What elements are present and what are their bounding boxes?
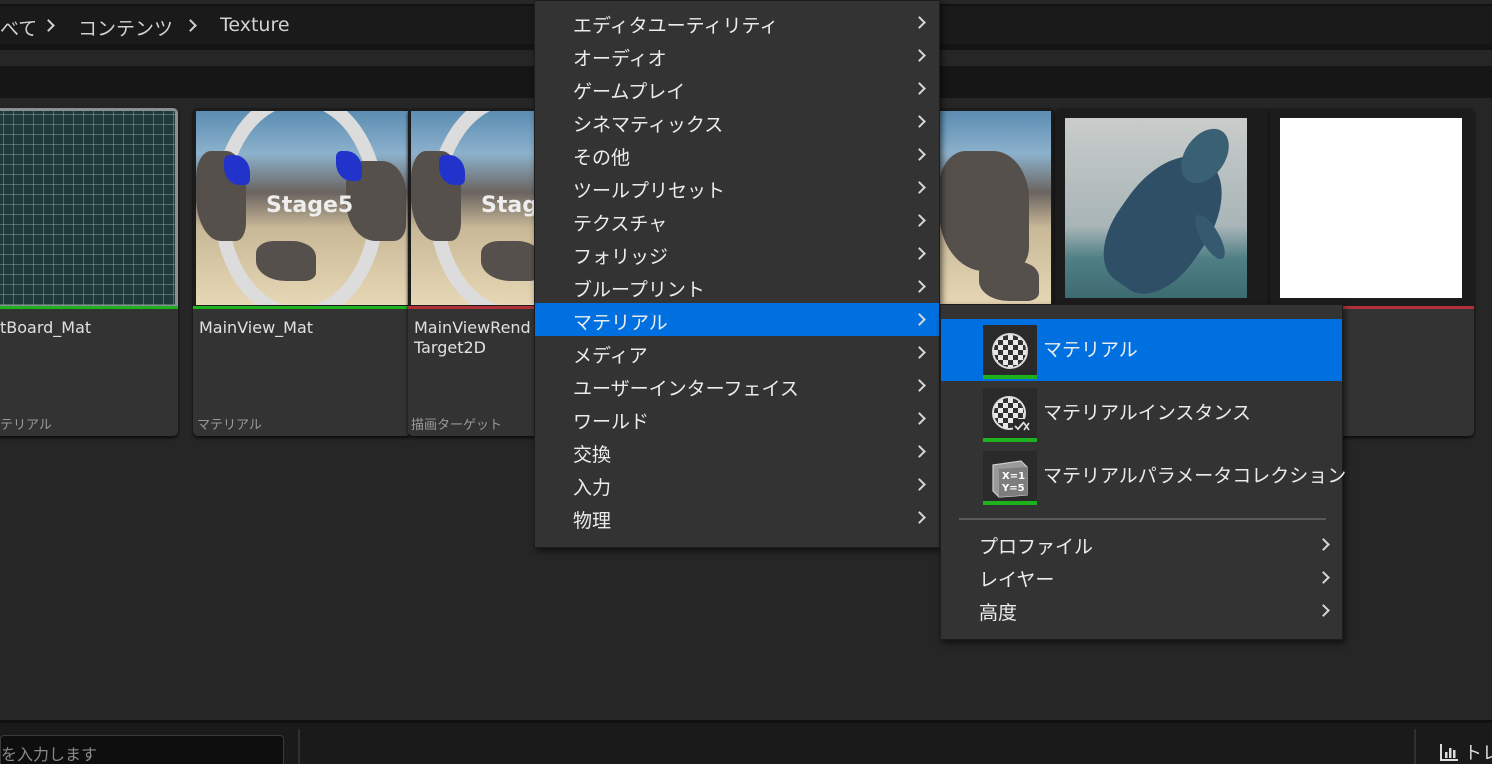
menu-item-tool-presets[interactable]: ツールプリセット xyxy=(535,171,939,204)
asset-name: MainView_Mat xyxy=(199,318,314,337)
submenu-item-label: マテリアル xyxy=(1043,339,1138,361)
asset-thumbnail xyxy=(1280,118,1462,298)
chevron-right-icon xyxy=(1317,571,1330,584)
asset-thumbnail xyxy=(0,111,175,305)
menu-item-label: 入力 xyxy=(573,477,612,499)
breadcrumb-item-content[interactable]: コンテンツ xyxy=(78,14,173,41)
menu-item-label: その他 xyxy=(573,147,631,169)
asset-name: tBoard_Mat xyxy=(0,318,92,337)
menu-item-label: フォリッジ xyxy=(573,246,669,268)
menu-item-media[interactable]: メディア xyxy=(535,336,939,369)
menu-item-miscellaneous[interactable]: その他 xyxy=(535,138,939,171)
materials-submenu: マテリアル マテリアルインスタンス X=1 Y=5 マテリアルパラメータコレクシ… xyxy=(940,304,1346,640)
icon-text-y: Y=5 xyxy=(1001,483,1025,494)
chevron-right-icon xyxy=(913,247,926,260)
menu-item-label: オーディオ xyxy=(573,48,667,70)
menu-item-label: ユーザーインターフェイス xyxy=(573,378,799,400)
menu-item-label: メディア xyxy=(573,345,648,367)
menu-item-cinematics[interactable]: シネマティックス xyxy=(535,105,939,138)
menu-item-foliage[interactable]: フォリッジ xyxy=(535,237,939,270)
chevron-right-icon xyxy=(913,115,926,128)
asset-tile[interactable]: tBoard_Mat テリアル xyxy=(0,108,178,436)
search-placeholder: を入力します xyxy=(1,745,98,764)
submenu-item-layers[interactable]: レイヤー xyxy=(941,560,1342,593)
chevron-right-icon xyxy=(1317,604,1330,617)
status-bar: を入力します トレ xyxy=(0,720,1492,764)
submenu-item-label: マテリアルパラメータコレクション xyxy=(1043,465,1347,487)
trace-label: トレ xyxy=(1464,743,1492,764)
chevron-right-icon xyxy=(1317,538,1330,551)
submenu-item-material-instance[interactable]: マテリアルインスタンス xyxy=(941,382,1342,444)
menu-item-materials[interactable]: マテリアル xyxy=(535,303,939,336)
submenu-item-profile[interactable]: プロファイル xyxy=(941,527,1342,560)
asset-type: マテリアル xyxy=(197,418,262,433)
search-input[interactable]: を入力します xyxy=(0,735,284,764)
menu-item-label: マテリアル xyxy=(573,312,668,334)
asset-type-bar xyxy=(0,306,178,309)
chevron-right-icon xyxy=(913,214,926,227)
icon-text-x: X=1 xyxy=(1002,471,1025,482)
material-instance-icon xyxy=(983,388,1037,442)
menu-item-blueprints[interactable]: ブループリント xyxy=(535,270,939,303)
menu-item-label: ブループリント xyxy=(573,279,705,301)
menu-item-label: レイヤー xyxy=(979,569,1055,591)
menu-item-label: ツールプリセット xyxy=(573,180,726,202)
chevron-right-icon xyxy=(913,412,926,425)
status-divider xyxy=(298,729,300,764)
chevron-right-icon xyxy=(913,511,926,524)
menu-item-label: エディタユーティリティ xyxy=(573,15,779,37)
chevron-right-icon xyxy=(913,379,926,392)
chevron-right-icon xyxy=(913,346,926,359)
menu-item-gameplay[interactable]: ゲームプレイ xyxy=(535,72,939,105)
breadcrumb-separator-icon xyxy=(184,19,197,32)
menu-item-label: 交換 xyxy=(573,444,612,466)
asset-tile[interactable]: Stage5 MainView_Mat マテリアル xyxy=(193,108,411,436)
add-asset-menu: エディタユーティリティ オーディオ ゲームプレイ シネマティックス その他 ツー… xyxy=(534,0,940,548)
menu-item-physics[interactable]: 物理 xyxy=(535,501,939,534)
trace-button[interactable]: トレ xyxy=(1436,737,1492,764)
asset-type: テリアル xyxy=(0,418,52,433)
menu-item-user-interface[interactable]: ユーザーインターフェイス xyxy=(535,369,939,402)
menu-item-label: 物理 xyxy=(573,510,612,532)
asset-thumbnail xyxy=(1065,118,1247,298)
chevron-right-icon xyxy=(913,478,926,491)
menu-item-label: ワールド xyxy=(573,411,650,433)
asset-thumbnail: Stage5 xyxy=(196,111,408,305)
submenu-item-material-parameter-collection[interactable]: X=1 Y=5 マテリアルパラメータコレクション xyxy=(941,445,1346,507)
chart-icon xyxy=(1440,744,1458,761)
asset-type-bar xyxy=(193,306,411,309)
submenu-item-advanced[interactable]: 高度 xyxy=(941,593,1342,626)
chevron-right-icon xyxy=(913,148,926,161)
menu-item-editor-utilities[interactable]: エディタユーティリティ xyxy=(535,6,939,39)
chevron-right-icon xyxy=(913,313,926,326)
menu-item-label: プロファイル xyxy=(979,536,1094,558)
menu-item-audio[interactable]: オーディオ xyxy=(535,39,939,72)
menu-item-label: 高度 xyxy=(979,602,1018,624)
chevron-right-icon xyxy=(913,82,926,95)
breadcrumb-separator-icon xyxy=(42,19,55,32)
menu-item-interchange[interactable]: 交換 xyxy=(535,435,939,468)
chevron-right-icon xyxy=(913,49,926,62)
menu-item-textures[interactable]: テクスチャ xyxy=(535,204,939,237)
menu-separator xyxy=(959,518,1326,520)
menu-item-input[interactable]: 入力 xyxy=(535,468,939,501)
submenu-item-material[interactable]: マテリアル xyxy=(941,319,1342,381)
asset-type: 描画ターゲット xyxy=(411,418,503,433)
content-browser: べて コンテンツ Texture tBoard_Mat テリアル Stage5 xyxy=(0,0,1492,764)
thumbnail-3d-text: Stage5 xyxy=(266,193,354,218)
chevron-right-icon xyxy=(913,181,926,194)
breadcrumb-item-texture[interactable]: Texture xyxy=(220,14,290,36)
menu-item-label: テクスチャ xyxy=(573,213,668,235)
status-divider xyxy=(1414,729,1416,764)
chevron-right-icon xyxy=(913,445,926,458)
chevron-right-icon xyxy=(913,16,926,29)
menu-item-world[interactable]: ワールド xyxy=(535,402,939,435)
menu-item-label: シネマティックス xyxy=(573,114,724,136)
material-parameter-collection-icon: X=1 Y=5 xyxy=(983,451,1037,505)
menu-item-label: ゲームプレイ xyxy=(573,81,686,103)
submenu-item-label: マテリアルインスタンス xyxy=(1043,402,1252,424)
material-icon xyxy=(983,325,1037,379)
chevron-right-icon xyxy=(913,280,926,293)
breadcrumb-item-all[interactable]: べて xyxy=(0,14,37,41)
